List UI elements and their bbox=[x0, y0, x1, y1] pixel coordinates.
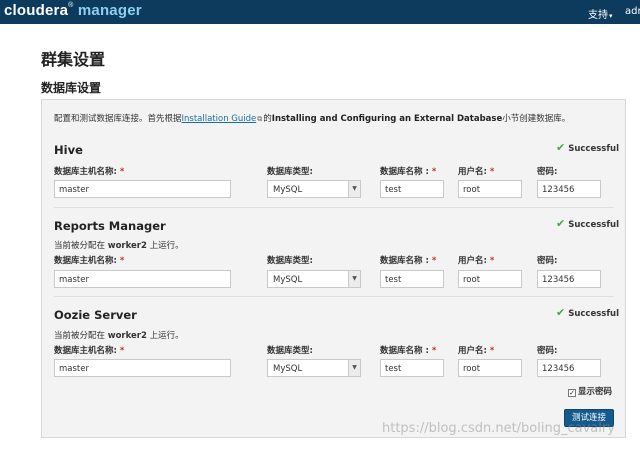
oozie-server-user-input[interactable]: root bbox=[458, 359, 522, 377]
show-password-toggle[interactable]: ✓ 显示密码 bbox=[568, 385, 612, 397]
dbname-label: 数据库名称 : * bbox=[380, 256, 437, 266]
section-divider bbox=[54, 207, 614, 208]
password-label: 密码: bbox=[537, 256, 558, 266]
hive-password-input[interactable]: 123456 bbox=[537, 180, 601, 198]
top-navbar: cloudera® manager 支持▾ adm bbox=[0, 0, 640, 24]
intro-prefix: 配置和测试数据库连接。首先根据 bbox=[54, 114, 182, 124]
reports-manager-runs-on: 当前被分配在 worker2 上运行。 bbox=[54, 241, 184, 251]
oozie-server-title: Oozie Server bbox=[54, 308, 137, 322]
reports-manager-password-input[interactable]: 123456 bbox=[537, 270, 601, 288]
checkbox-checked-icon[interactable]: ✓ bbox=[568, 389, 576, 397]
host-label: 数据库主机名称: * bbox=[54, 167, 125, 177]
check-icon: ✔ bbox=[556, 306, 566, 319]
hive-dbname-input[interactable]: test bbox=[380, 180, 444, 198]
watermark-text: https://blog.csdn.net/boling_cavalry bbox=[382, 421, 615, 436]
external-link-icon: ⧉ bbox=[257, 115, 263, 123]
dbname-label: 数据库名称 : * bbox=[380, 346, 437, 356]
support-menu-label: 支持 bbox=[588, 10, 608, 21]
logo-product: manager bbox=[77, 2, 142, 19]
intro-suffix: 小节创建数据库。 bbox=[502, 114, 571, 124]
chevron-down-icon: ▾ bbox=[609, 12, 613, 20]
reports-manager-status: ✔ Successful bbox=[556, 217, 620, 230]
type-label: 数据库类型: bbox=[267, 167, 313, 177]
reports-manager-dbname-input[interactable]: test bbox=[380, 270, 444, 288]
user-label: 用户名: * bbox=[458, 346, 495, 356]
oozie-server-host-input[interactable]: master bbox=[54, 359, 231, 377]
password-label: 密码: bbox=[537, 167, 558, 177]
check-icon: ✔ bbox=[556, 217, 566, 230]
password-label: 密码: bbox=[537, 346, 558, 356]
chevron-down-icon: ▼ bbox=[348, 271, 360, 287]
chevron-down-icon: ▼ bbox=[348, 181, 360, 197]
host-label: 数据库主机名称: * bbox=[54, 346, 125, 356]
section-divider bbox=[54, 296, 614, 297]
show-password-label: 显示密码 bbox=[578, 387, 613, 397]
hive-type-select[interactable]: MySQL ▼ bbox=[267, 180, 361, 198]
logo-reg-mark: ® bbox=[68, 2, 74, 9]
user-label: 用户名: * bbox=[458, 256, 495, 266]
reports-manager-host-input[interactable]: master bbox=[54, 270, 231, 288]
page-title: 群集设置 bbox=[41, 50, 106, 69]
hive-user-input[interactable]: root bbox=[458, 180, 522, 198]
intro-middle: 的 bbox=[263, 114, 272, 124]
hive-status: ✔ Successful bbox=[556, 141, 620, 154]
host-label: 数据库主机名称: * bbox=[54, 256, 125, 266]
type-label: 数据库类型: bbox=[267, 256, 313, 266]
reports-manager-type-select[interactable]: MySQL ▼ bbox=[267, 270, 361, 288]
oozie-server-status: ✔ Successful bbox=[556, 306, 620, 319]
oozie-server-type-select[interactable]: MySQL ▼ bbox=[267, 359, 361, 377]
logo-brand: cloudera bbox=[4, 2, 69, 19]
section-title: 数据库设置 bbox=[41, 81, 102, 95]
chevron-down-icon: ▼ bbox=[348, 360, 360, 376]
intro-text: 配置和测试数据库连接。首先根据Installation Guide⧉的Insta… bbox=[54, 112, 570, 124]
dbname-label: 数据库名称 : * bbox=[380, 167, 437, 177]
cloudera-manager-logo[interactable]: cloudera® manager bbox=[4, 2, 142, 19]
oozie-server-runs-on: 当前被分配在 worker2 上运行。 bbox=[54, 331, 184, 341]
check-icon: ✔ bbox=[556, 141, 566, 154]
database-settings-panel bbox=[41, 99, 626, 438]
user-label: 用户名: * bbox=[458, 167, 495, 177]
oozie-server-password-input[interactable]: 123456 bbox=[537, 359, 601, 377]
oozie-server-dbname-input[interactable]: test bbox=[380, 359, 444, 377]
user-menu[interactable]: adm bbox=[625, 6, 640, 17]
intro-bold: Installing and Configuring an External D… bbox=[271, 114, 503, 124]
reports-manager-user-input[interactable]: root bbox=[458, 270, 522, 288]
reports-manager-title: Reports Manager bbox=[54, 219, 166, 233]
hive-host-input[interactable]: master bbox=[54, 180, 231, 198]
support-menu[interactable]: 支持▾ bbox=[588, 6, 613, 21]
hive-title: Hive bbox=[54, 143, 83, 157]
type-label: 数据库类型: bbox=[267, 346, 313, 356]
installation-guide-link[interactable]: Installation Guide bbox=[182, 114, 257, 124]
